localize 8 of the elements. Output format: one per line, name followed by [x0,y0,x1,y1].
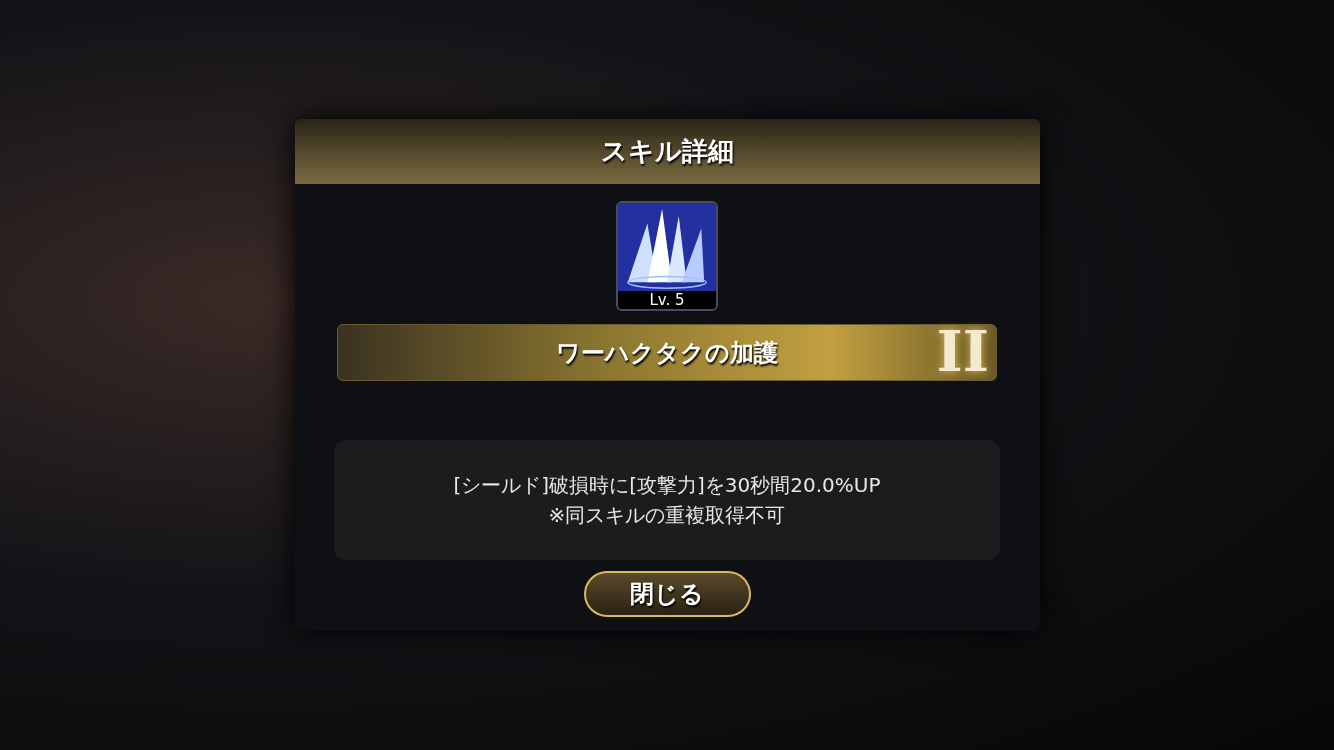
ice-spikes-icon [618,203,716,291]
skill-level: Lv. 5 [618,291,716,309]
skill-name: ワーハクタクの加護 [556,337,778,369]
description-text: [シールド]破損時に[攻撃力]を30秒間20.0%UP [453,472,881,499]
rank-numeral: II [936,318,989,384]
close-button[interactable]: 閉じる [583,571,751,617]
dialog-title: スキル詳細 [600,135,734,168]
description-text: ※同スキルの重複取得不可 [548,502,786,529]
